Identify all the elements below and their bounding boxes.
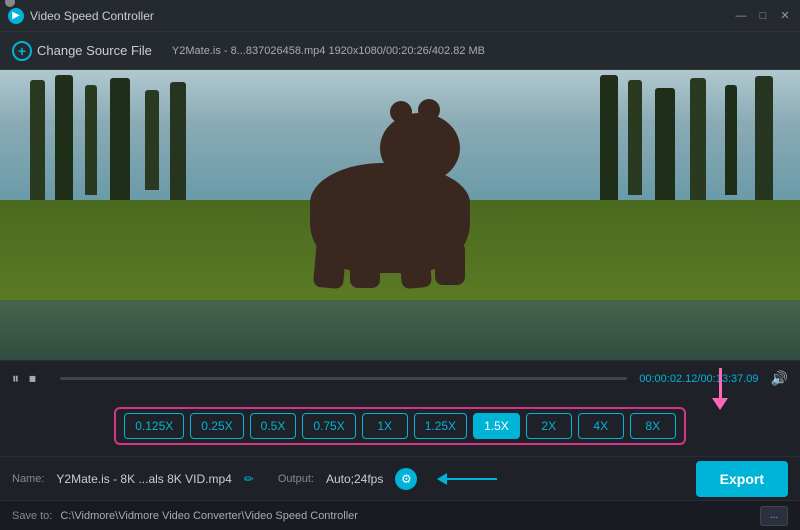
file-name-value: Y2Mate.is - 8K ...als 8K VID.mp4	[56, 472, 231, 486]
video-thumbnail	[0, 70, 800, 360]
save-label: Save to:	[12, 510, 52, 522]
stop-button[interactable]: ⏹	[29, 370, 36, 387]
title-bar: ▶ Video Speed Controller — □ ✕	[0, 0, 800, 32]
time-display: 00:00:02.12/00:13:37.09	[639, 373, 758, 385]
speed-1x-button[interactable]: 1X	[362, 413, 408, 439]
down-arrow-indicator	[712, 368, 728, 410]
bear	[290, 123, 490, 273]
speed-125-button[interactable]: 1.25X	[414, 413, 467, 439]
toolbar: + Change Source File Y2Mate.is - 8...837…	[0, 32, 800, 70]
arrow-head-left	[437, 473, 447, 485]
speed-025-button[interactable]: 0.25X	[190, 413, 243, 439]
video-area	[0, 70, 800, 360]
close-button[interactable]: ✕	[778, 9, 792, 23]
save-bar: Save to: C:\Vidmore\Vidmore Video Conver…	[0, 500, 800, 530]
name-label: Name:	[12, 473, 44, 485]
down-arrow-head	[712, 398, 728, 410]
speed-0125-button[interactable]: 0.125X	[124, 413, 184, 439]
timeline-playhead[interactable]	[5, 0, 15, 7]
speed-4x-button[interactable]: 4X	[578, 413, 624, 439]
arrow-shaft	[447, 478, 497, 480]
speed-8x-button[interactable]: 8X	[630, 413, 676, 439]
output-settings-button[interactable]: ⚙	[395, 468, 417, 490]
window-controls: — □ ✕	[734, 9, 792, 23]
speed-2x-button[interactable]: 2X	[526, 413, 572, 439]
speed-075-button[interactable]: 0.75X	[302, 413, 355, 439]
add-icon: +	[12, 41, 32, 61]
timeline-track[interactable]	[60, 377, 627, 380]
save-path: C:\Vidmore\Vidmore Video Converter\Video…	[60, 510, 752, 522]
bottom-bar: Name: Y2Mate.is - 8K ...als 8K VID.mp4 ✏…	[0, 456, 800, 500]
title-text: Video Speed Controller	[30, 9, 154, 23]
file-info: Y2Mate.is - 8...837026458.mp4 1920x1080/…	[172, 45, 485, 57]
title-left: ▶ Video Speed Controller	[8, 8, 154, 24]
save-more-button[interactable]: ...	[760, 506, 788, 526]
play-button[interactable]: ⏸	[12, 370, 19, 387]
speed-05-button[interactable]: 0.5X	[250, 413, 297, 439]
down-arrow-shaft	[719, 368, 722, 398]
speed-15-button[interactable]: 1.5X	[473, 413, 520, 439]
export-button[interactable]: Export	[696, 461, 788, 497]
output-label: Output:	[278, 473, 314, 485]
volume-button[interactable]: 🔊	[771, 370, 788, 387]
app-icon: ▶	[8, 8, 24, 24]
arrow-indicator	[437, 473, 497, 485]
timeline-bar: ⏸ ⏹ 00:00:02.12/00:13:37.09 🔊	[0, 360, 800, 396]
speed-box: 0.125X 0.25X 0.5X 0.75X 1X 1.25X 1.5X 2X…	[114, 407, 686, 445]
speed-controls: 0.125X 0.25X 0.5X 0.75X 1X 1.25X 1.5X 2X…	[0, 396, 800, 456]
edit-name-icon[interactable]: ✏	[244, 472, 254, 486]
output-value: Auto;24fps	[326, 472, 383, 486]
change-source-label: Change Source File	[37, 43, 152, 58]
maximize-button[interactable]: □	[756, 9, 770, 23]
change-source-button[interactable]: + Change Source File	[12, 41, 152, 61]
minimize-button[interactable]: —	[734, 9, 748, 23]
